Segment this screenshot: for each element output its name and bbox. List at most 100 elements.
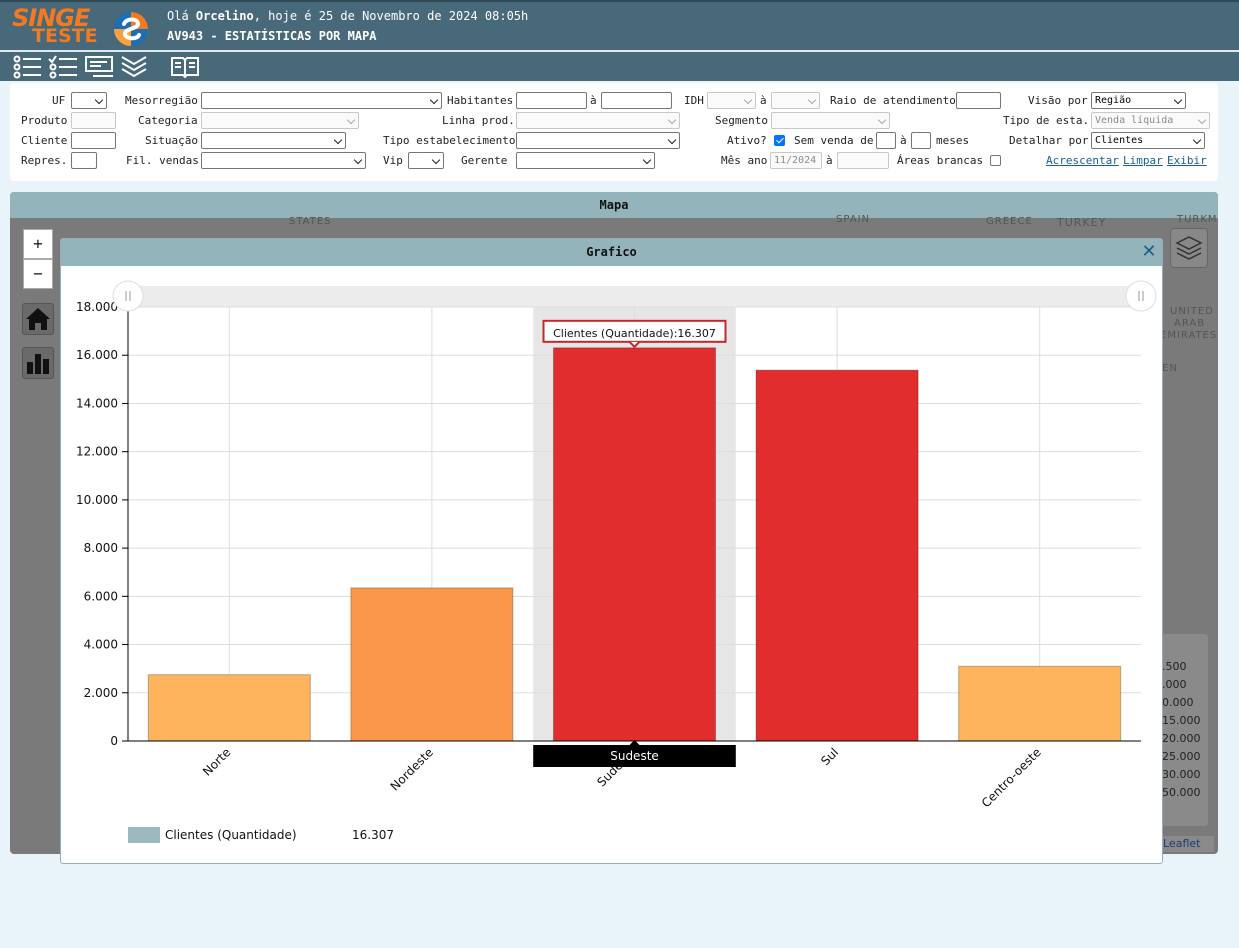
tipo-esta-select[interactable]: Venda líquida bbox=[1091, 112, 1210, 129]
mesorregiao-label: Mesorregião bbox=[125, 94, 198, 107]
produto-input[interactable] bbox=[71, 112, 116, 129]
bar-chart: 0 2.000 4.000 6.000 8.000 10.000 12.000 14.000 1… bbox=[76, 280, 1157, 843]
book-icon[interactable] bbox=[170, 55, 200, 79]
legend-series-name: Clientes (Quantidade) bbox=[165, 828, 297, 842]
vip-select[interactable] bbox=[408, 152, 444, 169]
bar[interactable] bbox=[958, 665, 1122, 742]
linha-prod-select[interactable] bbox=[516, 112, 680, 129]
bar[interactable] bbox=[350, 587, 514, 742]
idh-to-select[interactable] bbox=[771, 92, 820, 109]
app-logo[interactable]: SINGE TESTE bbox=[12, 6, 104, 46]
visao-select[interactable]: Região bbox=[1091, 92, 1186, 109]
card-icon[interactable] bbox=[85, 55, 115, 79]
sem-venda-from-input[interactable] bbox=[876, 132, 896, 149]
scrollbar-track[interactable] bbox=[128, 286, 1141, 307]
chart-dialog-title: Grafico bbox=[61, 239, 1162, 266]
mes-ano-label: Mês ano bbox=[721, 154, 768, 167]
detalhar-select[interactable]: Clientes bbox=[1091, 132, 1205, 149]
bar[interactable] bbox=[755, 369, 919, 742]
uf-select[interactable] bbox=[71, 92, 107, 109]
scroll-handle-right[interactable] bbox=[1125, 280, 1157, 312]
bar-chart-icon bbox=[27, 354, 49, 374]
situacao-select[interactable] bbox=[201, 132, 346, 149]
map-label: GREECE bbox=[986, 216, 1033, 227]
y-tick-label: 10.000 bbox=[76, 493, 118, 507]
situacao-label: Situação bbox=[145, 134, 198, 147]
segmento-select[interactable] bbox=[771, 112, 890, 129]
ativo-checkbox[interactable] bbox=[774, 135, 785, 146]
map-label: ARAB bbox=[1174, 318, 1206, 329]
legend-value: 0.000 bbox=[1162, 696, 1194, 709]
scroll-handle-left[interactable] bbox=[112, 280, 144, 312]
map-label: EN bbox=[1162, 363, 1178, 374]
bar[interactable] bbox=[552, 347, 717, 742]
gerente-label: Gerente bbox=[461, 154, 508, 167]
y-tick-label: 12.000 bbox=[76, 445, 118, 459]
habitantes-label: Habitantes bbox=[447, 94, 514, 107]
raio-input[interactable] bbox=[956, 92, 1001, 109]
habitantes-to-label: à bbox=[590, 94, 597, 107]
home-button[interactable] bbox=[22, 303, 54, 335]
legend-series-value: 16.307 bbox=[352, 828, 394, 842]
categoria-select[interactable] bbox=[201, 112, 359, 129]
fil-vendas-label: Fil. vendas bbox=[126, 154, 199, 167]
gerente-select[interactable] bbox=[516, 152, 655, 169]
areas-brancas-label: Áreas brancas bbox=[897, 154, 984, 167]
habitantes-to-input[interactable] bbox=[601, 92, 672, 109]
repres-label: Repres. bbox=[21, 154, 68, 167]
map-label: SPAIN bbox=[836, 214, 871, 225]
chart-button[interactable] bbox=[22, 347, 54, 379]
limpar-link[interactable]: Limpar bbox=[1123, 154, 1163, 167]
cliente-input[interactable] bbox=[71, 132, 116, 149]
tipo-estab-select[interactable] bbox=[516, 132, 680, 149]
map-label: UNITED bbox=[1170, 306, 1214, 317]
categoria-label: Categoria bbox=[138, 114, 198, 127]
sem-venda-to-input[interactable] bbox=[911, 132, 931, 149]
greeting-date: , hoje é 25 de Novembro de 2024 08:05h bbox=[253, 9, 529, 23]
habitantes-from-input[interactable] bbox=[516, 92, 587, 109]
page-title: AV943 - ESTATÍSTICAS POR MAPA bbox=[167, 29, 377, 43]
layers-icon bbox=[1175, 236, 1203, 260]
repres-input[interactable] bbox=[71, 152, 97, 169]
linha-prod-label: Linha prod. bbox=[442, 114, 515, 127]
segmento-label: Segmento bbox=[715, 114, 768, 127]
idh-label: IDH bbox=[684, 94, 704, 107]
layers-button[interactable] bbox=[1170, 228, 1208, 268]
mes-ano-to-input[interactable] bbox=[837, 152, 889, 169]
y-tick-label: 4.000 bbox=[84, 638, 118, 652]
mes-ano-from-input[interactable]: 11/2024 bbox=[770, 152, 822, 169]
checklist-icon[interactable] bbox=[48, 55, 78, 79]
y-tick-label: 2.000 bbox=[84, 686, 118, 700]
fil-vendas-select[interactable] bbox=[201, 152, 366, 169]
sem-venda-label: Sem venda de bbox=[794, 134, 874, 147]
cliente-label: Cliente bbox=[21, 134, 68, 147]
legend-value: 50.000 bbox=[1162, 786, 1201, 799]
close-icon[interactable]: ✕ bbox=[1140, 243, 1158, 261]
y-tick-label: 6.000 bbox=[84, 589, 118, 603]
map-label: STATES bbox=[289, 216, 332, 227]
idh-to-label: à bbox=[760, 94, 767, 107]
map-title: Mapa bbox=[10, 192, 1218, 218]
legend-value: .000 bbox=[1162, 678, 1187, 691]
map-label: EMIRATES bbox=[1160, 330, 1218, 341]
chart-dialog: Grafico ✕ 0 2.000 4.000 6.000 8.000 10.000 12.… bbox=[60, 238, 1163, 864]
logo-ball-icon bbox=[114, 12, 148, 46]
zoom-in-button[interactable]: + bbox=[23, 229, 53, 259]
acrescentar-link[interactable]: Acrescentar bbox=[1046, 154, 1119, 167]
bar[interactable] bbox=[147, 674, 311, 742]
category-tooltip-text: Sudeste bbox=[610, 749, 659, 763]
ativo-label: Ativo? bbox=[727, 134, 767, 147]
list-icon[interactable] bbox=[12, 55, 42, 79]
x-tick-label: Norte bbox=[200, 745, 233, 778]
idh-from-select[interactable] bbox=[707, 92, 756, 109]
areas-brancas-checkbox[interactable] bbox=[990, 155, 1001, 166]
legend-value: 30.000 bbox=[1162, 768, 1201, 781]
y-tick-label: 14.000 bbox=[76, 396, 118, 410]
chevrons-down-icon[interactable] bbox=[120, 55, 150, 79]
x-tick-label: Centro-oeste bbox=[979, 745, 1044, 810]
exibir-link[interactable]: Exibir bbox=[1167, 154, 1207, 167]
meses-label: meses bbox=[936, 134, 970, 147]
leaflet-attribution[interactable]: Leaflet bbox=[1160, 836, 1214, 852]
zoom-out-button[interactable]: − bbox=[23, 259, 53, 289]
mesorregiao-select[interactable] bbox=[201, 92, 442, 109]
